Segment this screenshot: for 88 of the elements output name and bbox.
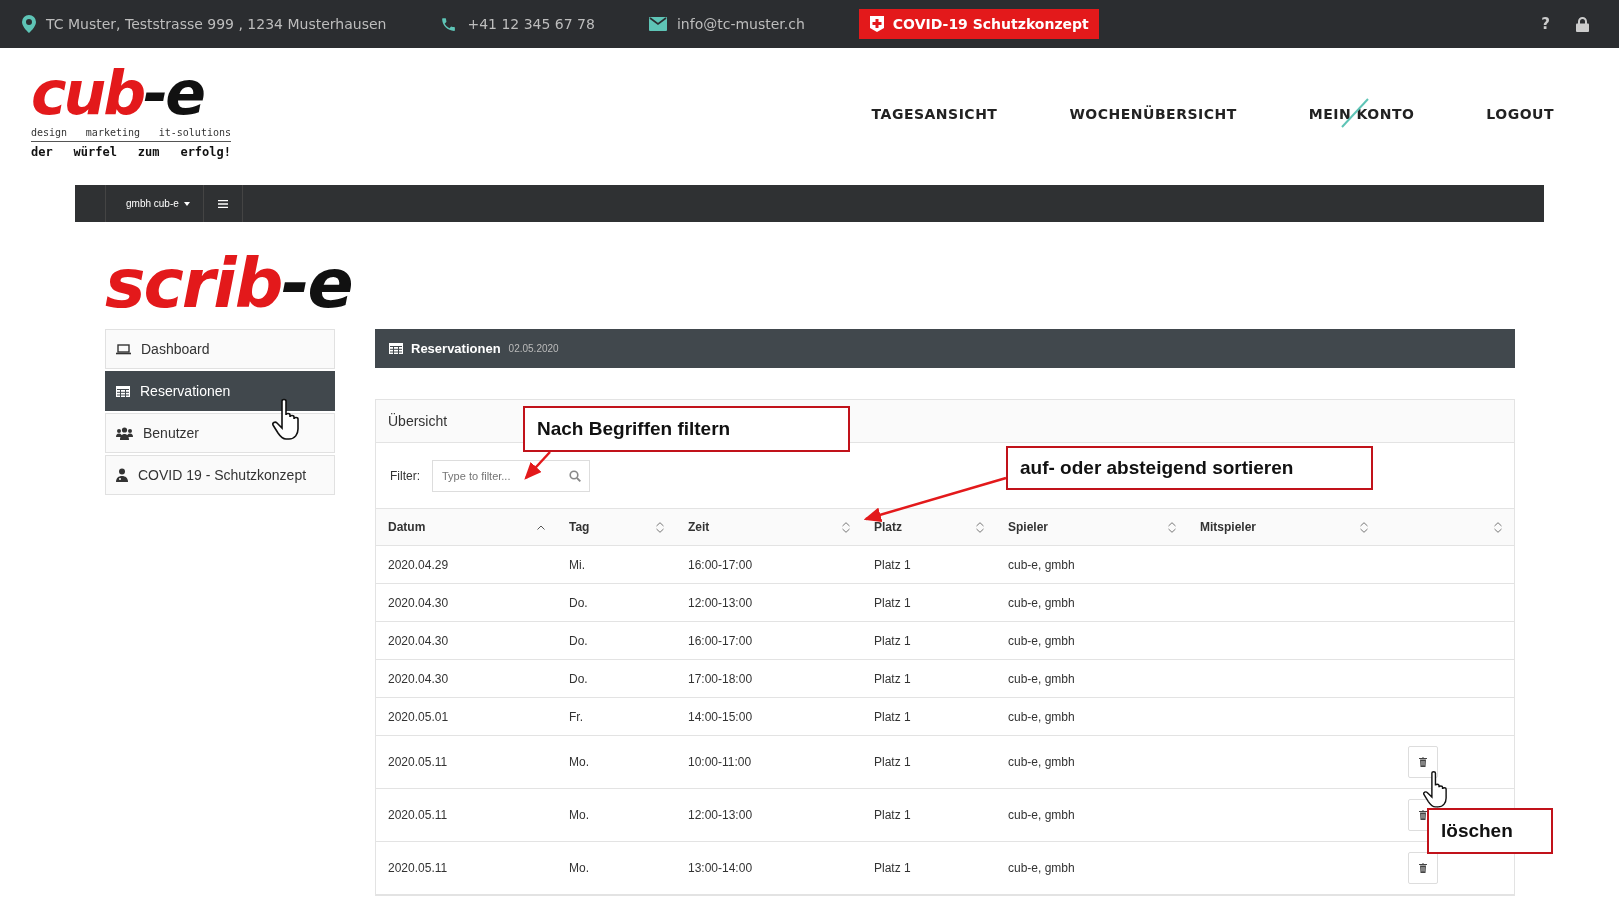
covid-button[interactable]: COVID-19 Schutzkonzept — [858, 9, 1099, 39]
trash-icon — [1419, 810, 1427, 820]
address-text: TC Muster, Teststrasse 999 , 1234 Musterhausen — [46, 16, 387, 32]
menu-icon — [217, 200, 228, 208]
swiss-cross-icon — [868, 15, 885, 33]
sidebar-item[interactable]: COVID 19 - Schutzkonzept — [105, 455, 335, 495]
card-title: Übersicht — [388, 413, 448, 429]
lock-icon[interactable] — [1576, 16, 1589, 32]
table-cell: cub-e, gmbh — [1008, 671, 1075, 686]
table-cell: 17:00-18:00 — [688, 671, 753, 686]
doctor-icon — [116, 468, 128, 482]
table-cell: 2020.05.11 — [388, 808, 448, 822]
table-cell: Do. — [569, 595, 588, 610]
table-cell: 2020.05.11 — [388, 755, 448, 769]
phone-icon — [440, 15, 458, 33]
table-cell: 12:00-13:00 — [688, 595, 753, 610]
table-icon — [389, 343, 403, 354]
sidebar-item[interactable]: Reservationen — [105, 371, 335, 411]
app-logo: scrib-e — [105, 249, 352, 319]
page-date: 02.05.2020 — [508, 343, 559, 354]
account-dropdown[interactable]: gmbh cub-e — [106, 185, 204, 222]
company-logo[interactable]: cub-e design marketing it-solutions der würfel zum erfolg! — [31, 62, 231, 159]
table-cell: cub-e, gmbh — [1008, 557, 1075, 572]
nav-link[interactable]: TAGESANSICHT — [871, 106, 998, 122]
table-cell: 2020.04.30 — [388, 595, 449, 610]
users-icon — [116, 426, 133, 440]
table-cell: 2020.05.11 — [388, 861, 448, 875]
table-cell: 2020.04.30 — [388, 671, 449, 686]
table-cell: cub-e, gmbh — [1008, 595, 1075, 610]
trash-icon — [1419, 863, 1427, 873]
table-cell: Platz 1 — [874, 755, 911, 769]
filter-label: Filter: — [390, 468, 420, 483]
annotation-callout: auf- oder absteigend sortieren — [1006, 446, 1373, 490]
table-cell: Mi. — [569, 557, 585, 572]
table-cell: 12:00-13:00 — [688, 808, 753, 822]
nav-link[interactable]: LOGOUT — [1486, 106, 1554, 122]
table-cell: 10:00-11:00 — [688, 755, 752, 769]
table-cell: Do. — [569, 671, 588, 686]
help-link[interactable]: ? — [1541, 15, 1550, 33]
email-link[interactable]: info@tc-muster.ch — [676, 16, 805, 32]
table-cell: Platz 1 — [874, 709, 911, 724]
delete-button[interactable] — [1408, 852, 1438, 884]
table-cell: 16:00-17:00 — [688, 633, 753, 648]
phone-link[interactable]: +41 12 345 67 78 — [467, 16, 595, 32]
table-icon — [116, 385, 130, 397]
trash-icon — [1419, 757, 1427, 767]
table-cell: cub-e, gmbh — [1008, 861, 1075, 875]
table-cell: cub-e, gmbh — [1008, 633, 1075, 648]
column-header[interactable]: Tag — [557, 508, 676, 546]
location-pin-icon — [22, 15, 36, 33]
table-cell: Do. — [569, 633, 588, 648]
table-cell: 2020.04.30 — [388, 633, 449, 648]
delete-button[interactable] — [1408, 746, 1438, 778]
table-cell: Platz 1 — [874, 861, 911, 875]
table-cell: Platz 1 — [874, 633, 911, 648]
table-cell: Platz 1 — [874, 557, 911, 572]
table-cell: Mo. — [569, 808, 589, 822]
table-cell: Fr. — [569, 709, 583, 724]
table-cell: 14:00-15:00 — [688, 709, 753, 724]
table-cell: cub-e, gmbh — [1008, 709, 1075, 724]
column-header[interactable]: Mitspieler — [1188, 508, 1380, 546]
table-cell: cub-e, gmbh — [1008, 755, 1075, 769]
table-cell: Platz 1 — [874, 808, 911, 822]
annotation-callout: Nach Begriffen filtern — [523, 406, 850, 452]
table-cell: Mo. — [569, 861, 589, 875]
sidebar-item[interactable]: Dashboard — [105, 329, 335, 369]
envelope-icon — [648, 17, 667, 31]
caret-icon — [183, 201, 190, 206]
column-header[interactable]: Platz — [862, 508, 996, 546]
nav-link[interactable]: MEIN KONTO — [1308, 106, 1415, 122]
column-header[interactable]: Zeit — [676, 508, 862, 546]
table-cell: 13:00-14:00 — [688, 861, 753, 875]
filter-field[interactable]: Type to filter... — [432, 459, 590, 492]
column-header[interactable]: Spieler — [996, 508, 1188, 546]
page-title: Reservationen — [411, 341, 501, 356]
table-cell: 2020.05.01 — [388, 709, 449, 724]
table-cell: Platz 1 — [874, 671, 911, 686]
search-icon — [569, 469, 581, 482]
annotation-callout: löschen — [1427, 808, 1553, 854]
table-cell: Mo. — [569, 755, 589, 769]
sidebar-item[interactable]: Benutzer — [105, 413, 335, 453]
table-cell: cub-e, gmbh — [1008, 808, 1075, 822]
column-header[interactable]: Datum — [376, 508, 557, 546]
table-cell: 16:00-17:00 — [688, 557, 753, 572]
laptop-icon — [116, 343, 131, 355]
nav-link[interactable]: WOCHENÜBERSICHT — [1069, 106, 1237, 122]
table-cell: Platz 1 — [874, 595, 911, 610]
table-cell: 2020.04.29 — [388, 557, 449, 572]
